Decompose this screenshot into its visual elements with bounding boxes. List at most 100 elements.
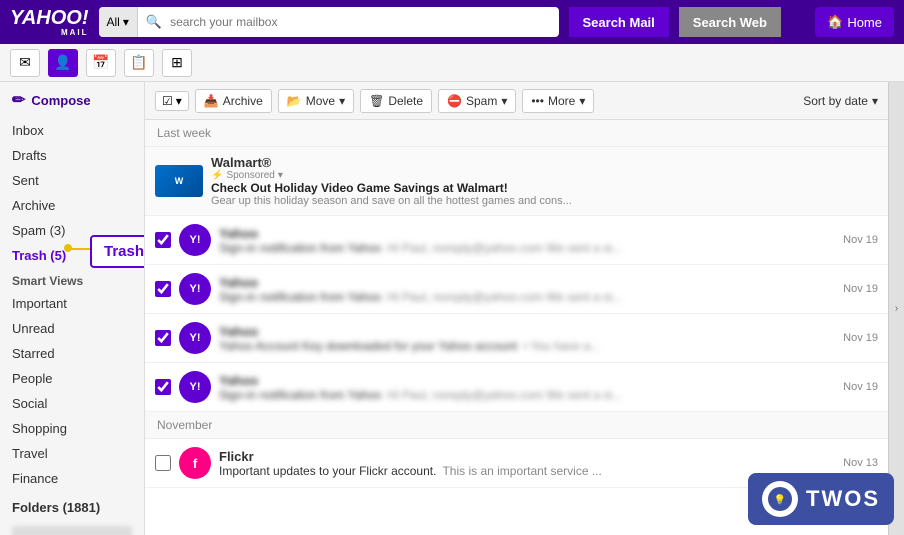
tab-bar: ✉ 👤 📅 📋 ⊞	[0, 44, 904, 82]
search-mail-button[interactable]: Search Mail	[569, 7, 669, 37]
chevron-down-icon: ▾	[278, 170, 283, 181]
sidebar-item-unread[interactable]: Unread	[0, 316, 144, 341]
sidebar-item-label: Sent	[12, 173, 39, 188]
email-preview: Hi Paul, noreply@yahoo.com We sent a si.…	[387, 388, 622, 402]
email-row-yahoo1[interactable]: Y! Yahoo Sign-in notification from Yahoo…	[145, 216, 888, 265]
sort-button[interactable]: Sort by date ▾	[803, 94, 878, 108]
email-row-walmart[interactable]: W Walmart® ⚡ Sponsored ▾ Check Out Holid…	[145, 147, 888, 216]
sidebar-item-finance[interactable]: Finance	[0, 466, 144, 491]
email-date: Nov 19	[843, 381, 878, 393]
date-section-last-week: Last week	[145, 120, 888, 147]
email-checkbox[interactable]	[155, 330, 171, 346]
yahoo-avatar: Y!	[179, 322, 211, 354]
svg-text:💡: 💡	[774, 493, 786, 506]
email-content: Flickr Important updates to your Flickr …	[219, 449, 835, 478]
sponsored-icon: ⚡	[211, 170, 223, 181]
sidebar-item-folders[interactable]: Folders (1881)	[0, 495, 144, 520]
trash-icon: 🗑	[369, 94, 384, 108]
yahoo-avatar: Y!	[179, 371, 211, 403]
email-content: Yahoo Sign-in notification from Yahoo Hi…	[219, 226, 835, 255]
email-preview: This is an important service ...	[442, 464, 601, 478]
sidebar-item-archive[interactable]: Archive	[0, 193, 144, 218]
sender-name: Yahoo	[219, 226, 835, 241]
email-preview: Gear up this holiday season and save on …	[211, 195, 878, 207]
sidebar-item-shopping[interactable]: Shopping	[0, 416, 144, 441]
sidebar-item-travel[interactable]: Travel	[0, 441, 144, 466]
sidebar-item-drafts[interactable]: Drafts	[0, 143, 144, 168]
email-row-yahoo3[interactable]: Y! Yahoo Yahoo Account Key downloaded fo…	[145, 314, 888, 363]
tab-grid[interactable]: ⊞	[162, 49, 192, 77]
email-checkbox[interactable]	[155, 455, 171, 471]
email-row-yahoo2[interactable]: Y! Yahoo Sign-in notification from Yahoo…	[145, 265, 888, 314]
email-date: Nov 13	[843, 457, 878, 469]
sidebar-item-starred[interactable]: Starred	[0, 341, 144, 366]
chevron-down-icon: ▾	[501, 94, 507, 108]
email-date: Nov 19	[843, 283, 878, 295]
sidebar-item-label: Inbox	[12, 123, 44, 138]
sidebar-item-sent[interactable]: Sent	[0, 168, 144, 193]
email-checkbox[interactable]	[155, 232, 171, 248]
email-checkbox[interactable]	[155, 379, 171, 395]
callout-dot	[64, 244, 72, 252]
move-button[interactable]: 📂 Move ▾	[278, 89, 354, 113]
more-dots-icon: •••	[531, 94, 544, 108]
email-subject: Yahoo Account Key downloaded for your Ya…	[219, 339, 517, 353]
email-subject: Sign-in notification from Yahoo	[219, 290, 381, 304]
tab-notes[interactable]: 📋	[124, 49, 154, 77]
search-input[interactable]	[162, 15, 558, 29]
search-web-button[interactable]: Search Web	[679, 7, 781, 37]
archive-button[interactable]: 📥 Archive	[195, 89, 272, 113]
right-panel-toggle[interactable]: ›	[888, 82, 904, 535]
search-all-button[interactable]: All ▾	[99, 7, 138, 37]
chevron-down-icon: ▾	[872, 94, 878, 108]
sender-name: Yahoo	[219, 275, 835, 290]
tab-calendar[interactable]: 📅	[86, 49, 116, 77]
twos-text: TWOS	[806, 486, 880, 512]
home-button[interactable]: 🏠 Home	[815, 7, 894, 37]
move-icon: 📂	[287, 94, 302, 108]
sidebar-item-trash[interactable]: Trash (5) 🗑 Trash (5)	[0, 243, 144, 268]
email-preview: Hi Paul, noreply@yahoo.com We sent a si.…	[387, 290, 622, 304]
search-bar: All ▾ 🔍	[99, 7, 559, 37]
chevron-down-icon: ▾	[339, 94, 345, 108]
sidebar-item-label: Trash (5)	[12, 248, 66, 263]
compose-button[interactable]: ✏ Compose	[0, 82, 144, 118]
more-button[interactable]: ••• More ▾	[522, 89, 594, 113]
email-subject: Sign-in notification from Yahoo	[219, 241, 381, 255]
email-toolbar: ☑ ▾ 📥 Archive 📂 Move ▾ 🗑 Delete ⛔ Spam ▾	[145, 82, 888, 120]
sender-name: Flickr	[219, 449, 835, 464]
sidebar-item-label: Archive	[12, 198, 55, 213]
walmart-image: W	[155, 165, 203, 197]
tab-avatar[interactable]: 👤	[48, 49, 78, 77]
folder-item-blurred	[12, 526, 132, 535]
tab-envelope[interactable]: ✉	[10, 49, 40, 77]
spam-icon: ⛔	[447, 94, 462, 108]
trash-callout: Trash (5)	[90, 235, 145, 268]
email-checkbox[interactable]	[155, 281, 171, 297]
twos-watermark: 💡 TWOS	[748, 473, 894, 525]
email-preview: Hi Paul, noreply@yahoo.com We sent a si.…	[387, 241, 622, 255]
email-area: ☑ ▾ 📥 Archive 📂 Move ▾ 🗑 Delete ⛔ Spam ▾	[145, 82, 888, 535]
chevron-down-icon: ▾	[123, 15, 129, 29]
sidebar-item-social[interactable]: Social	[0, 391, 144, 416]
email-row-yahoo4[interactable]: Y! Yahoo Sign-in notification from Yahoo…	[145, 363, 888, 412]
chevron-right-icon: ›	[895, 303, 898, 314]
chevron-down-icon: ▾	[176, 94, 182, 108]
sender-name: Yahoo	[219, 324, 835, 339]
select-all-button[interactable]: ☑ ▾	[155, 91, 189, 111]
archive-icon: 📥	[204, 94, 219, 108]
spam-button[interactable]: ⛔ Spam ▾	[438, 89, 516, 113]
header: YAHOO! MAIL All ▾ 🔍 Search Mail Search W…	[0, 0, 904, 44]
email-date: Nov 19	[843, 234, 878, 246]
home-icon: 🏠	[827, 14, 843, 30]
email-preview: • You have a...	[523, 339, 600, 353]
yahoo-avatar: Y!	[179, 273, 211, 305]
chevron-down-icon: ▾	[579, 94, 585, 108]
walmart-info: Walmart® ⚡ Sponsored ▾ Check Out Holiday…	[211, 155, 878, 207]
sidebar-item-inbox[interactable]: Inbox	[0, 118, 144, 143]
email-subject: Check Out Holiday Video Game Savings at …	[211, 181, 878, 195]
sidebar-item-people[interactable]: People	[0, 366, 144, 391]
delete-button[interactable]: 🗑 Delete	[360, 89, 432, 113]
sidebar-item-important[interactable]: Important	[0, 291, 144, 316]
search-icon: 🔍	[138, 14, 162, 30]
